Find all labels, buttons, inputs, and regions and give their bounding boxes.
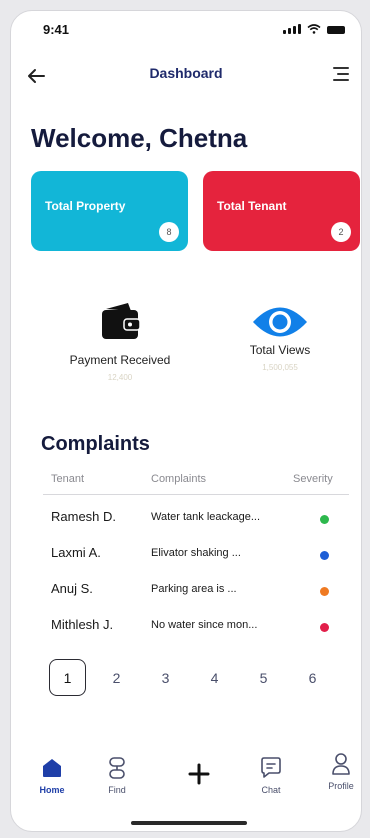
- complaints-table-header: Tenant Complaints Severity: [43, 471, 349, 495]
- severity-dot: [320, 551, 329, 560]
- nav-find-label: Find: [108, 785, 126, 795]
- nav-home-label: Home: [39, 785, 65, 795]
- total-property-count: 8: [159, 222, 179, 242]
- status-bar: 9:41: [11, 11, 361, 47]
- table-row[interactable]: Anuj S. Parking area is ...: [43, 577, 349, 613]
- tenant-name: Mithlesh J.: [51, 617, 114, 632]
- welcome-heading: Welcome, Chetna: [31, 123, 248, 153]
- complaint-text: Elivator shaking ...: [151, 547, 241, 559]
- payment-received-label: Payment Received: [69, 353, 171, 367]
- table-row[interactable]: Ramesh D. Water tank leackage...: [43, 505, 349, 541]
- nav-home[interactable]: Home: [25, 755, 79, 795]
- tenant-name: Ramesh D.: [51, 509, 117, 524]
- payment-received-stat[interactable]: Payment Received 12,400: [45, 295, 195, 382]
- total-views-stat[interactable]: Total Views 1,500,055: [205, 295, 355, 372]
- column-header-tenant: Tenant: [51, 473, 85, 485]
- chat-icon: [261, 757, 281, 778]
- status-icons: [283, 24, 345, 34]
- battery-icon: [327, 26, 345, 34]
- nav-profile-label: Profile: [328, 781, 354, 791]
- nav-chat-label: Chat: [261, 785, 281, 795]
- tenant-name: Anuj S.: [51, 581, 93, 596]
- add-button[interactable]: [172, 761, 226, 787]
- complaint-text: Water tank leackage...: [151, 511, 261, 523]
- page-3-button[interactable]: 3: [147, 659, 184, 696]
- total-property-card[interactable]: Total Property 8: [31, 171, 188, 251]
- total-tenant-card[interactable]: Total Tenant 2: [203, 171, 360, 251]
- nav-profile[interactable]: Profile: [314, 751, 361, 791]
- total-property-label: Total Property: [45, 199, 126, 213]
- plus-icon: [188, 763, 210, 785]
- page-1-button[interactable]: 1: [49, 659, 86, 696]
- column-header-complaints: Complaints: [151, 473, 207, 485]
- menu-icon[interactable]: [329, 67, 349, 85]
- complaints-heading: Complaints: [41, 433, 150, 455]
- wifi-icon: [307, 24, 321, 34]
- status-time: 9:41: [43, 22, 70, 37]
- table-row[interactable]: Laxmi A. Elivator shaking ...: [43, 541, 349, 577]
- page-6-button[interactable]: 6: [294, 659, 331, 696]
- nav-chat[interactable]: Chat: [244, 755, 298, 795]
- pagination: 1 2 3 4 5 6: [49, 659, 331, 696]
- table-row[interactable]: Mithlesh J. No water since mon...: [43, 613, 349, 649]
- column-header-severity: Severity: [293, 473, 333, 485]
- page-title: Dashboard: [149, 65, 223, 81]
- home-indicator: [131, 821, 247, 825]
- page-4-button[interactable]: 4: [196, 659, 233, 696]
- total-views-value: 1,500,055: [262, 363, 298, 372]
- page-5-button[interactable]: 5: [245, 659, 282, 696]
- total-views-label: Total Views: [249, 343, 311, 357]
- complaints-table: Ramesh D. Water tank leackage... Laxmi A…: [43, 505, 349, 649]
- wallet-icon: [102, 303, 141, 339]
- severity-dot: [320, 587, 329, 596]
- phone-screen: 9:41 Dashboard Welcome, Chetna Total Pro…: [10, 10, 362, 832]
- severity-dot: [320, 515, 329, 524]
- total-tenant-label: Total Tenant: [217, 199, 287, 213]
- severity-dot: [320, 623, 329, 632]
- complaint-text: Parking area is ...: [151, 583, 237, 595]
- nav-find[interactable]: Find: [90, 755, 144, 795]
- eye-icon: [253, 307, 307, 337]
- payment-received-value: 12,400: [107, 373, 133, 382]
- tenant-name: Laxmi A.: [51, 545, 101, 560]
- bottom-nav: Home Find Chat Profile: [11, 731, 361, 831]
- profile-icon: [332, 753, 350, 775]
- complaint-text: No water since mon...: [151, 619, 258, 631]
- home-icon: [43, 759, 61, 777]
- signal-icon: [283, 24, 301, 34]
- find-icon: [109, 757, 125, 779]
- total-tenant-count: 2: [331, 222, 351, 242]
- page-2-button[interactable]: 2: [98, 659, 135, 696]
